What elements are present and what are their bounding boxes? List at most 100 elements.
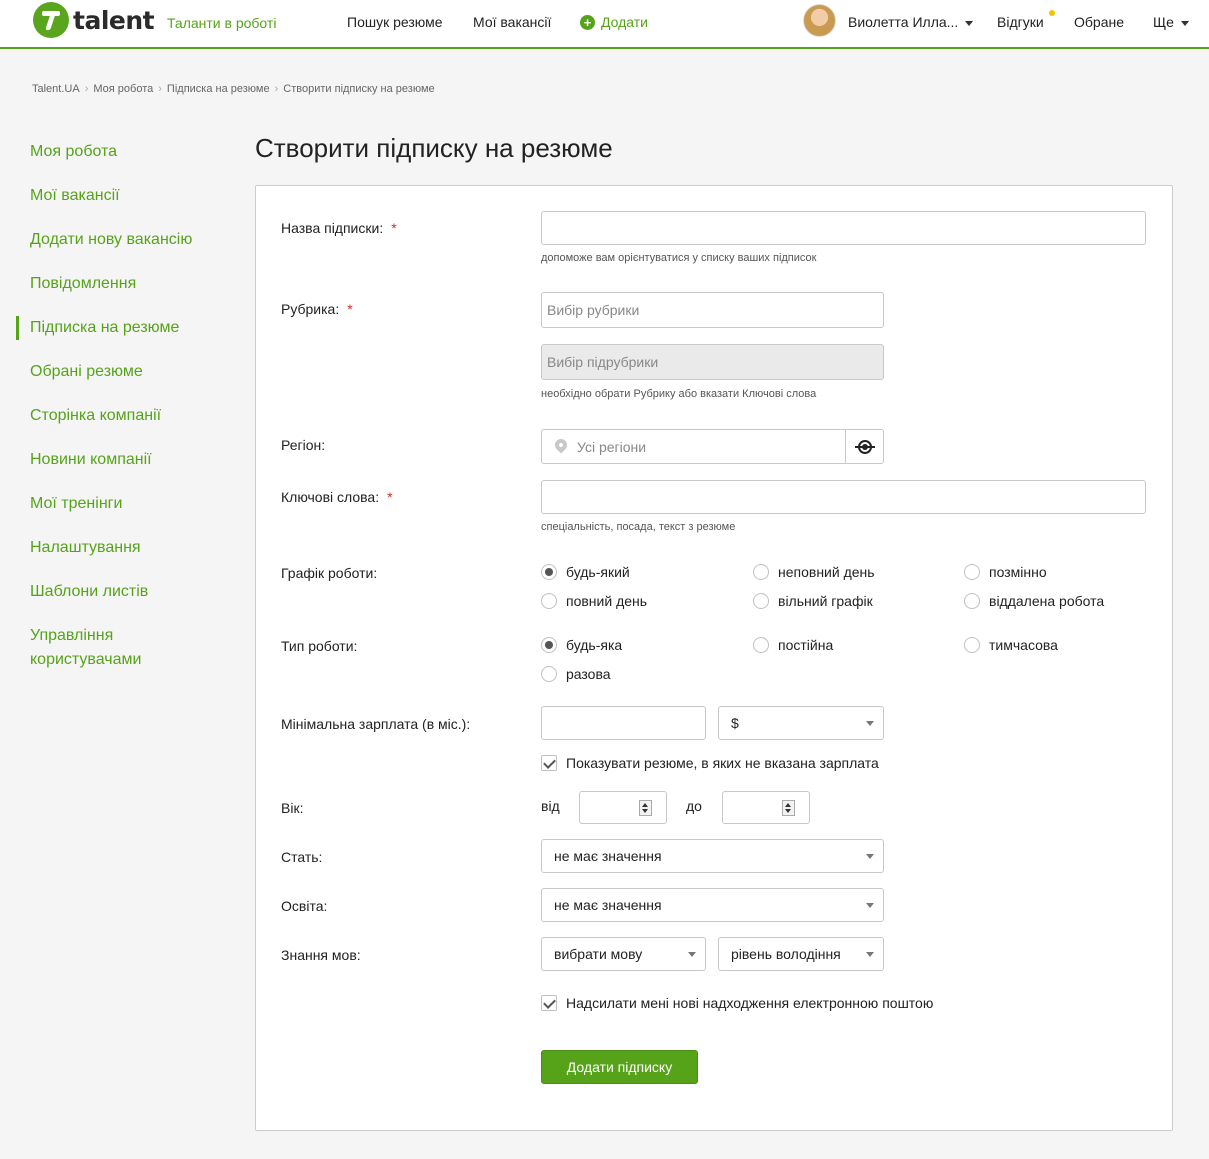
- radio-circle[interactable]: [753, 564, 769, 580]
- worktype-radio-permanent[interactable]: постійна: [753, 637, 833, 653]
- age-to-input[interactable]: [722, 791, 810, 824]
- keywords-input[interactable]: [541, 480, 1146, 514]
- radio-label: будь-який: [566, 564, 630, 580]
- language-select[interactable]: вибрати мову: [541, 937, 706, 971]
- radio-circle[interactable]: [541, 593, 557, 609]
- chevron-down-icon: [866, 721, 874, 726]
- chevron-down-icon: [866, 952, 874, 957]
- salary-label: Мінімальна зарплата (в міс.):: [281, 716, 471, 732]
- spinner-arrows-icon[interactable]: [639, 800, 652, 816]
- show-no-salary-checkbox[interactable]: Показувати резюме, в яких не вказана зар…: [541, 755, 879, 771]
- nav-more[interactable]: Ще: [1153, 14, 1189, 30]
- worktype-radio-one-time[interactable]: разова: [541, 666, 611, 682]
- nav-my-vacancies[interactable]: Мої вакансії: [473, 14, 551, 30]
- notification-dot-icon: [1049, 10, 1055, 16]
- sidebar-item-settings[interactable]: Налаштування: [16, 526, 236, 570]
- name-label-text: Назва підписки:: [281, 220, 384, 236]
- worktype-radio-temporary[interactable]: тимчасова: [964, 637, 1058, 653]
- add-subscription-button[interactable]: Додати підписку: [541, 1050, 698, 1084]
- sidebar-item-user-management[interactable]: Управління користувачами: [16, 614, 176, 678]
- schedule-radio-part-time[interactable]: неповний день: [753, 564, 875, 580]
- level-value: рівень володіння: [731, 946, 841, 962]
- crosshair-icon: [854, 439, 875, 454]
- currency-select[interactable]: $: [718, 706, 884, 740]
- age-from-input[interactable]: [579, 791, 667, 824]
- language-level-select[interactable]: рівень володіння: [718, 937, 884, 971]
- sidebar-item-my-work[interactable]: Моя робота: [16, 130, 236, 174]
- salary-input[interactable]: [541, 706, 706, 740]
- schedule-radio-remote[interactable]: віддалена робота: [964, 593, 1104, 609]
- age-to-label: до: [686, 798, 702, 814]
- nav-favorites[interactable]: Обране: [1074, 14, 1124, 30]
- sidebar-item-company-news[interactable]: Новини компанії: [16, 438, 236, 482]
- worktype-radio-any[interactable]: будь-яка: [541, 637, 622, 653]
- nav-add-button[interactable]: + Додати: [580, 14, 648, 30]
- sidebar-item-my-trainings[interactable]: Мої тренінги: [16, 482, 236, 526]
- region-input[interactable]: Усі регіони: [541, 429, 884, 464]
- chevron-down-icon: [688, 952, 696, 957]
- region-placeholder: Усі регіони: [577, 438, 647, 455]
- radio-circle[interactable]: [964, 593, 980, 609]
- breadcrumb-item[interactable]: Підписка на резюме: [167, 83, 270, 95]
- checkbox-label: Надсилати мені нові надходження електрон…: [566, 995, 934, 1011]
- radio-label: неповний день: [778, 564, 875, 580]
- keywords-label-text: Ключові слова:: [281, 489, 380, 505]
- sidebar-item-add-vacancy[interactable]: Додати нову вакансію: [16, 218, 236, 262]
- email-notify-checkbox[interactable]: Надсилати мені нові надходження електрон…: [541, 995, 933, 1011]
- schedule-radio-full-time[interactable]: повний день: [541, 593, 647, 609]
- spinner-arrows-icon[interactable]: [782, 800, 795, 816]
- sidebar-item-letter-templates[interactable]: Шаблони листів: [16, 570, 236, 614]
- radio-circle[interactable]: [753, 637, 769, 653]
- chevron-right-icon: ›: [84, 83, 89, 95]
- currency-value: $: [731, 715, 739, 731]
- education-select[interactable]: не має значення: [541, 888, 884, 922]
- breadcrumb-item[interactable]: Talent.UA: [32, 83, 80, 95]
- sidebar-item-company-page[interactable]: Сторінка компанії: [16, 394, 236, 438]
- radio-circle[interactable]: [964, 637, 980, 653]
- gender-select[interactable]: не має значення: [541, 839, 884, 873]
- breadcrumb-item[interactable]: Моя робота: [93, 83, 153, 95]
- chevron-right-icon: ›: [274, 83, 279, 95]
- nav-responses[interactable]: Відгуки: [997, 14, 1044, 30]
- user-menu[interactable]: Виолетта Илла...: [848, 14, 974, 30]
- languages-label: Знання мов:: [281, 947, 361, 963]
- nav-add-label: Додати: [601, 14, 648, 30]
- schedule-radio-any[interactable]: будь-який: [541, 564, 630, 580]
- radio-circle[interactable]: [541, 564, 557, 580]
- rubric-select[interactable]: Вибір рубрики: [541, 292, 884, 328]
- radio-label: разова: [566, 666, 611, 682]
- geolocate-button[interactable]: [845, 430, 883, 463]
- radio-label: віддалена робота: [989, 593, 1105, 609]
- plus-icon: +: [580, 14, 595, 30]
- radio-circle[interactable]: [541, 666, 557, 682]
- radio-label: повний день: [566, 593, 648, 609]
- radio-circle[interactable]: [964, 564, 980, 580]
- age-from-label: від: [541, 798, 560, 814]
- subscription-name-input[interactable]: [541, 211, 1146, 245]
- radio-circle[interactable]: [541, 637, 557, 653]
- name-hint: допоможе вам орієнтуватися у списку ваши…: [541, 252, 817, 264]
- worktype-label: Тип роботи:: [281, 638, 358, 654]
- sidebar-item-messages[interactable]: Повідомлення: [16, 262, 236, 306]
- gender-label: Стать:: [281, 849, 323, 865]
- chevron-down-icon: [866, 903, 874, 908]
- avatar[interactable]: [803, 4, 836, 37]
- schedule-label: Графік роботи:: [281, 565, 378, 581]
- nav-search-resume[interactable]: Пошук резюме: [347, 14, 443, 30]
- checkbox-label: Показувати резюме, в яких не вказана зар…: [566, 755, 879, 771]
- radio-label: постійна: [778, 637, 834, 653]
- logo-text: talent: [73, 5, 155, 35]
- breadcrumb-current: Створити підписку на резюме: [283, 83, 435, 95]
- schedule-radio-shifts[interactable]: позмінно: [964, 564, 1047, 580]
- checkbox-box[interactable]: [541, 755, 557, 771]
- language-value: вибрати мову: [554, 946, 643, 962]
- tagline: Таланти в роботі: [167, 15, 277, 31]
- sidebar-item-resume-subscription[interactable]: Підписка на резюме: [16, 306, 236, 350]
- radio-circle[interactable]: [753, 593, 769, 609]
- sidebar-item-my-vacancies[interactable]: Мої вакансії: [16, 174, 236, 218]
- checkbox-box[interactable]: [541, 995, 557, 1011]
- sidebar-item-favorite-resumes[interactable]: Обрані резюме: [16, 350, 236, 394]
- talent-logo-icon: [33, 2, 69, 38]
- talent-logo[interactable]: talent: [33, 2, 155, 38]
- schedule-radio-flexible[interactable]: вільний графік: [753, 593, 873, 609]
